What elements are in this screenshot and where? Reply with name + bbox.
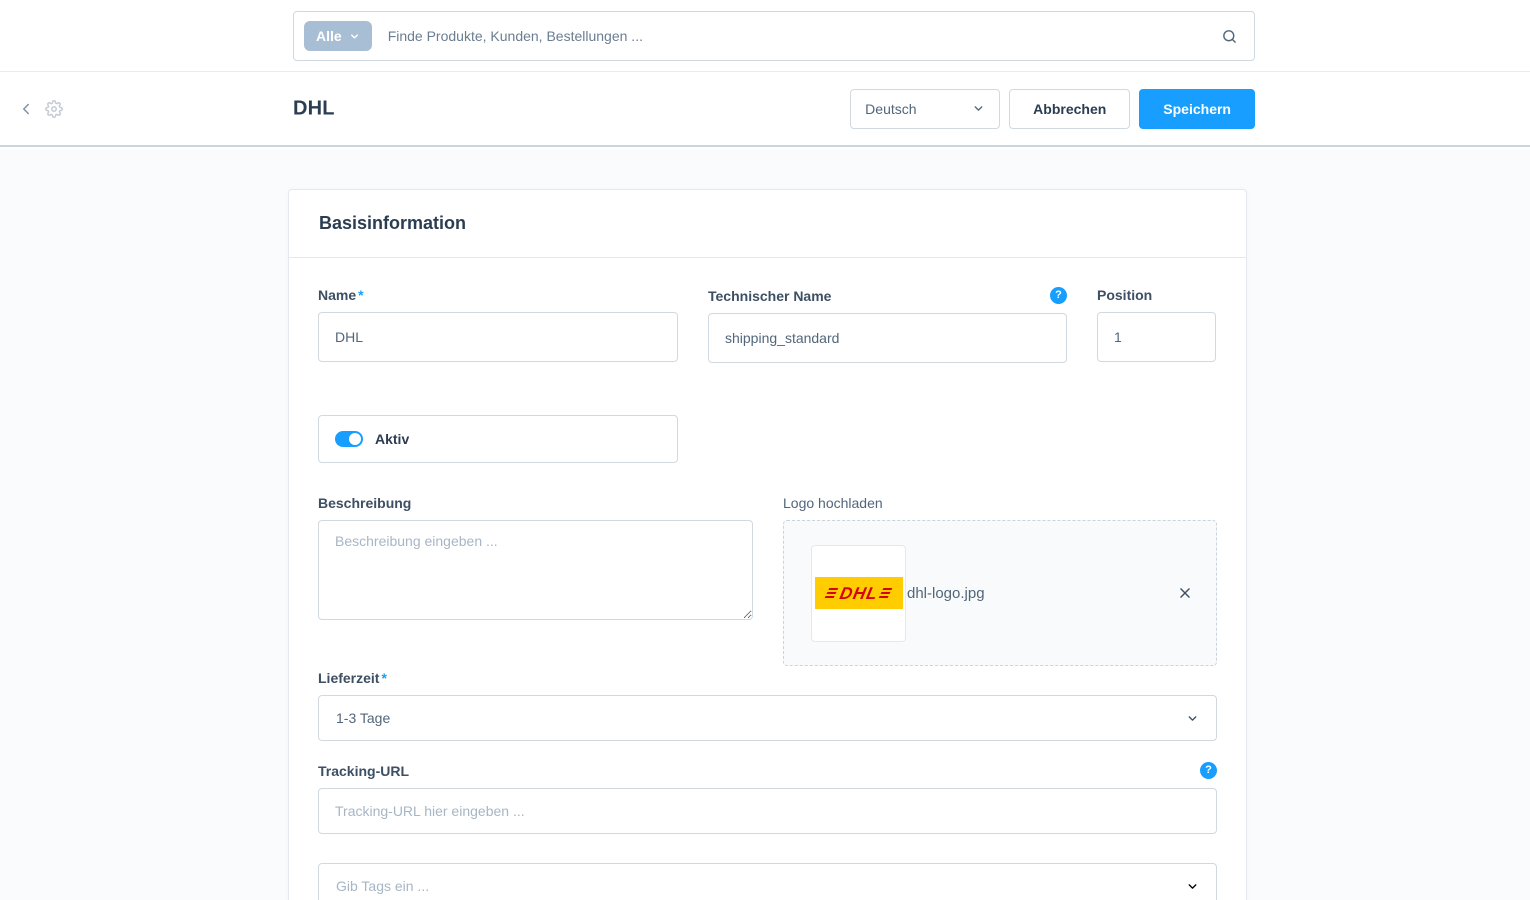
language-select-value: Deutsch	[865, 101, 916, 117]
delivery-time-label-text: Lieferzeit	[318, 670, 379, 686]
tracking-url-input[interactable]	[318, 788, 1217, 834]
logo-upload-dropzone[interactable]: DHL dhl-logo.jpg	[783, 520, 1217, 666]
settings-button[interactable]	[45, 100, 63, 118]
description-textarea[interactable]	[318, 520, 753, 620]
chevron-down-icon	[972, 102, 985, 115]
name-label-text: Name	[318, 287, 356, 303]
tags-field-group	[318, 863, 1217, 900]
search-type-dropdown[interactable]: Alle	[304, 21, 372, 51]
language-select[interactable]: Deutsch	[850, 89, 1000, 129]
active-toggle[interactable]	[335, 431, 363, 447]
basic-fields-row: Name* Technischer Name ? Position	[318, 287, 1217, 363]
delivery-time-value: 1-3 Tage	[336, 710, 390, 726]
close-icon	[1178, 586, 1192, 600]
name-input[interactable]	[318, 312, 678, 362]
name-field-group: Name*	[318, 287, 678, 363]
name-label: Name*	[318, 287, 678, 303]
logo-filename: dhl-logo.jpg	[907, 585, 985, 602]
save-button[interactable]: Speichern	[1139, 89, 1255, 129]
search-input[interactable]	[388, 28, 1221, 44]
position-field-group: Position	[1097, 287, 1216, 363]
dhl-logo-text: DHL	[838, 585, 880, 602]
content-area: Basisinformation Name* Technischer Name …	[0, 149, 1530, 900]
card-title: Basisinformation	[319, 213, 1216, 234]
chevron-down-icon	[1186, 712, 1199, 725]
dhl-stripe-right	[879, 588, 893, 598]
card-header: Basisinformation	[289, 190, 1246, 258]
delivery-time-select[interactable]: 1-3 Tage	[318, 695, 1217, 741]
page-title: DHL	[293, 97, 335, 120]
logo-thumbnail: DHL	[811, 545, 906, 642]
basisinformation-card: Basisinformation Name* Technischer Name …	[288, 189, 1247, 900]
toggle-knob	[349, 433, 361, 445]
delivery-time-label: Lieferzeit*	[318, 670, 1217, 686]
dhl-stripe-left	[824, 588, 838, 598]
logo-upload-label: Logo hochladen	[783, 495, 1217, 511]
description-label: Beschreibung	[318, 495, 753, 511]
description-field-group: Beschreibung	[318, 495, 753, 666]
dhl-logo: DHL	[815, 577, 903, 609]
tracking-url-label: Tracking-URL	[318, 763, 409, 779]
chevron-down-icon	[349, 31, 360, 42]
search-icon[interactable]	[1221, 28, 1238, 45]
tags-select[interactable]	[318, 863, 1217, 900]
global-search-bar: Alle	[293, 11, 1255, 61]
gear-icon	[45, 100, 63, 118]
technical-name-label: Technischer Name	[708, 288, 831, 304]
top-bar: Alle	[0, 0, 1530, 72]
position-label: Position	[1097, 287, 1216, 303]
position-input[interactable]	[1097, 312, 1216, 362]
technical-name-input[interactable]	[708, 313, 1067, 363]
help-icon[interactable]: ?	[1050, 287, 1067, 304]
chevron-down-icon	[1186, 880, 1199, 893]
card-body: Name* Technischer Name ? Position	[289, 258, 1246, 900]
technical-name-field-group: Technischer Name ?	[708, 287, 1067, 363]
header-actions: Deutsch Abbrechen Speichern	[850, 89, 1255, 129]
logo-upload-group: Logo hochladen DHL dhl-logo.jpg	[783, 495, 1217, 666]
active-toggle-group: Aktiv	[318, 415, 678, 463]
back-button[interactable]	[17, 100, 35, 118]
tracking-url-field-group: Tracking-URL ?	[318, 762, 1217, 834]
required-asterisk: *	[381, 670, 386, 686]
required-asterisk: *	[358, 287, 363, 303]
chevron-left-icon	[17, 100, 35, 118]
page-header: DHL Deutsch Abbrechen Speichern	[0, 72, 1530, 147]
tags-input[interactable]	[336, 878, 1186, 894]
delivery-time-field-group: Lieferzeit* 1-3 Tage	[318, 670, 1217, 741]
search-type-label: Alle	[316, 28, 342, 44]
cancel-button[interactable]: Abbrechen	[1009, 89, 1130, 129]
description-logo-row: Beschreibung Logo hochladen DHL	[318, 495, 1217, 666]
remove-logo-button[interactable]	[1178, 586, 1192, 600]
help-icon[interactable]: ?	[1200, 762, 1217, 779]
active-label: Aktiv	[375, 431, 409, 447]
shipping-method-detail-page: Alle DHL Deutsch	[0, 0, 1530, 900]
